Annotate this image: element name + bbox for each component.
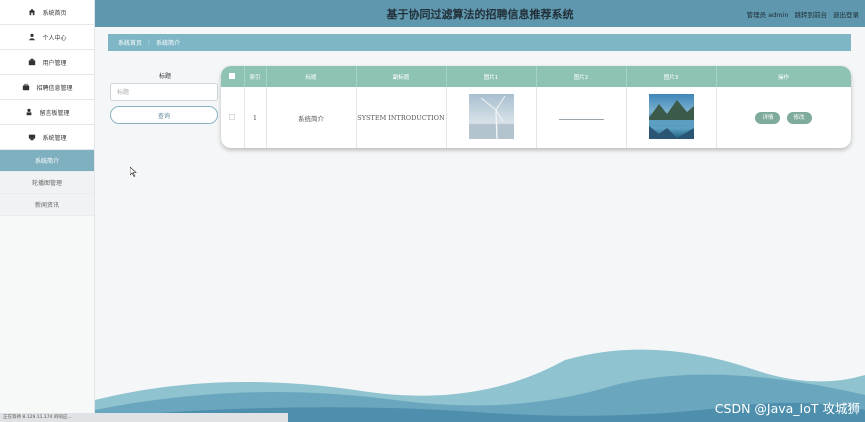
title-search-input[interactable] <box>110 83 218 101</box>
watermark-text: CSDN @Java_IoT 攻城狮 <box>714 401 860 416</box>
home-icon <box>27 8 36 17</box>
user-icon <box>27 33 36 42</box>
status-bar: 正在等待 8.129.11.174 的响应... <box>0 413 288 422</box>
message-icon <box>24 108 33 117</box>
select-all-header[interactable] <box>221 66 245 87</box>
table-row: 1 系统简介 SYSTEM INTRODUCTION 详情 修改 <box>221 87 851 148</box>
empty-image-placeholder <box>558 118 604 120</box>
sidebar-item-label: 系统首页 <box>42 9 67 17</box>
sidebar-item-home[interactable]: 系统首页 <box>0 0 94 25</box>
row-checkbox[interactable] <box>229 113 236 120</box>
row-title: 系统简介 <box>266 87 357 148</box>
row-subtitle: SYSTEM INTRODUCTION <box>356 87 447 148</box>
sidebar-item-label: 留言板管理 <box>39 109 70 117</box>
breadcrumb-current: 系统简介 <box>156 40 181 47</box>
column-header: 标题 <box>266 66 357 87</box>
column-header: 图片3 <box>626 66 717 87</box>
breadcrumb-home[interactable]: 系统首页 <box>118 38 142 47</box>
sidebar-item-label: 招聘信息管理 <box>36 84 73 92</box>
sidebar-subitem-news[interactable]: 新闻资讯 <box>0 194 94 216</box>
sidebar-item-label: 系统管理 <box>42 134 67 142</box>
frontend-link[interactable]: 跳转到前台 <box>795 9 828 19</box>
sidebar-item-label: 个人中心 <box>42 34 67 42</box>
sidebar-item-messages[interactable]: 留言板管理 <box>0 100 94 125</box>
sidebar-item-label: 用户管理 <box>42 59 67 67</box>
column-header: 图片1 <box>446 66 537 87</box>
row-index: 1 <box>244 87 267 148</box>
table-header-row: 索引 标题 副标题 图片1 图片2 图片3 操作 <box>221 66 851 87</box>
detail-button[interactable]: 详情 <box>755 111 781 124</box>
column-header: 操作 <box>716 66 851 87</box>
mouse-cursor-icon <box>130 167 137 177</box>
top-header: 基于协同过滤算法的招聘信息推荐系统 管理员 admin 跳转到前台 退出登录 <box>95 0 865 27</box>
search-button[interactable]: 查询 <box>110 106 218 124</box>
sidebar-item-jobs[interactable]: 招聘信息管理 <box>0 75 94 100</box>
sidebar: 系统首页 个人中心 用户管理 招聘信息管理 留言板管理 系统管理 系统简介 轮播… <box>0 0 95 422</box>
header-actions: 管理员 admin 跳转到前台 退出登录 <box>747 9 859 19</box>
sidebar-subitem-carousel[interactable]: 轮播图管理 <box>0 172 94 194</box>
column-header: 索引 <box>244 66 267 87</box>
wind-turbine-image[interactable] <box>468 94 514 139</box>
mountain-lake-image[interactable] <box>648 94 694 139</box>
breadcrumb-separator: ⋮ <box>146 39 153 46</box>
sidebar-item-system[interactable]: 系统管理 <box>0 125 94 150</box>
sidebar-subitem-intro[interactable]: 系统简介 <box>0 150 94 172</box>
sidebar-item-users[interactable]: 用户管理 <box>0 50 94 75</box>
search-label: 标题 <box>159 73 172 80</box>
breadcrumb: 系统首页 ⋮ 系统简介 <box>108 34 851 51</box>
data-table: 索引 标题 副标题 图片1 图片2 图片3 操作 1 系统简介 SYSTEM I… <box>221 66 851 148</box>
users-icon <box>27 58 36 67</box>
select-all-checkbox[interactable] <box>229 72 236 79</box>
gear-icon <box>27 133 36 142</box>
current-user: 管理员 admin <box>746 11 789 19</box>
sidebar-item-profile[interactable]: 个人中心 <box>0 25 94 50</box>
edit-button[interactable]: 修改 <box>786 111 812 124</box>
logout-link[interactable]: 退出登录 <box>833 9 859 19</box>
data-table-card: 索引 标题 副标题 图片1 图片2 图片3 操作 1 系统简介 SYSTEM I… <box>221 66 851 148</box>
briefcase-icon <box>21 83 30 92</box>
column-header: 副标题 <box>356 66 447 87</box>
column-header: 图片2 <box>536 66 627 87</box>
